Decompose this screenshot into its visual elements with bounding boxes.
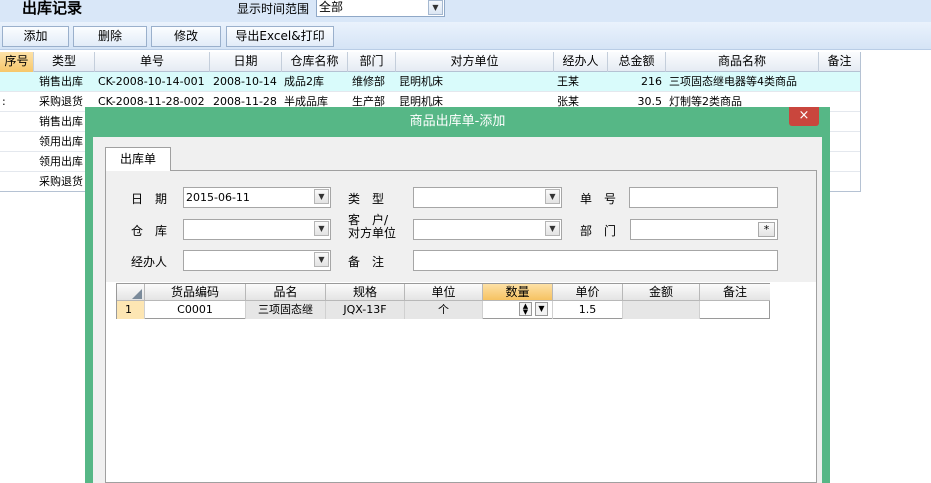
cell-date: 2008-10-14: [213, 75, 277, 88]
tab-outbound-order[interactable]: 出库单: [105, 147, 171, 171]
title-bar: [0, 0, 931, 22]
close-button[interactable]: ×: [789, 107, 819, 126]
chevron-down-icon[interactable]: ▼: [314, 221, 329, 236]
column-header[interactable]: 部门: [348, 52, 396, 72]
cell-idx: [0, 132, 34, 152]
order-form: 日 期 2015-06-11 ▼ 类 型 ▼ 单 号 仓 库 ▼ 客 户/ 对方…: [106, 171, 816, 282]
records-table-header: 序号 类型 单号 日期 仓库名称 部门 对方单位 经办人 总金额 商品名称 备注: [0, 52, 861, 72]
dept-label: 部 门: [580, 224, 617, 238]
cell-dept: 维修部: [352, 75, 385, 88]
cell-idx: [0, 112, 34, 132]
column-header[interactable]: 金额: [623, 284, 700, 301]
type-label: 类 型: [348, 192, 385, 206]
cell-party: 昆明机床: [399, 75, 443, 88]
cell-type: 销售出库: [39, 75, 83, 88]
column-header[interactable]: 单位: [405, 284, 483, 301]
item-qty-cell[interactable]: ▲ ▼ ▼: [483, 301, 553, 319]
column-header[interactable]: 货品编码: [145, 284, 246, 301]
cell-handler: 王某: [557, 75, 579, 88]
date-label: 日 期: [131, 192, 168, 206]
customer-label: 客 户/ 对方单位: [348, 214, 396, 240]
table-border: [860, 52, 861, 192]
outbound-order-dialog: 商品出库单-添加 × 出库单 日 期 2015-06-11 ▼ 类 型 ▼ 单 …: [85, 107, 830, 483]
store-select[interactable]: ▼: [183, 219, 331, 240]
chevron-down-icon[interactable]: ▼: [428, 0, 443, 15]
dialog-title: 商品出库单-添加: [409, 114, 506, 129]
cell-store: 成品2库: [284, 75, 324, 88]
export-excel-print-button[interactable]: 导出Excel&打印: [226, 26, 334, 47]
type-select[interactable]: ▼: [413, 187, 562, 208]
chevron-down-icon[interactable]: ▼: [314, 252, 329, 267]
dept-field[interactable]: *: [630, 219, 778, 240]
column-header[interactable]: 日期: [210, 52, 282, 72]
customer-select[interactable]: ▼: [413, 219, 562, 240]
corner-triangle-icon: [132, 289, 142, 299]
page-title: 出库记录: [22, 0, 83, 17]
chevron-down-icon[interactable]: ▼: [314, 189, 329, 204]
column-header[interactable]: 类型: [34, 52, 95, 72]
row-header-corner[interactable]: [117, 284, 145, 301]
item-name-cell: 三项固态继: [246, 301, 326, 319]
column-header[interactable]: 序号: [0, 52, 34, 72]
column-header[interactable]: 品名: [246, 284, 326, 301]
cell-total: 216: [641, 75, 662, 88]
time-range-label: 显示时间范围: [237, 2, 310, 16]
column-header[interactable]: 经办人: [554, 52, 608, 72]
item-unit-cell: 个: [405, 301, 483, 319]
dialog-body: 出库单 日 期 2015-06-11 ▼ 类 型 ▼ 单 号 仓 库 ▼ 客 户…: [93, 137, 822, 483]
number-label: 单 号: [580, 192, 617, 206]
store-label: 仓 库: [131, 224, 168, 238]
column-header[interactable]: 单号: [95, 52, 210, 72]
edit-button[interactable]: 修改: [151, 26, 221, 47]
column-header[interactable]: 总金额: [608, 52, 666, 72]
handler-select[interactable]: ▼: [183, 250, 331, 271]
cell-idx: [0, 72, 34, 92]
customer-label-line2: 对方单位: [348, 226, 397, 240]
note-input[interactable]: [413, 250, 778, 271]
table-row[interactable]: 销售出库 CK-2008-10-14-001 2008-10-14 成品2库 维修部 昆明…: [0, 72, 861, 92]
column-header[interactable]: 备注: [819, 52, 861, 72]
chevron-down-icon[interactable]: ▼: [545, 221, 560, 236]
item-note-cell[interactable]: [700, 301, 770, 319]
row-number[interactable]: 1: [117, 301, 145, 319]
cell-goods: 三项固态继电器等4类商品: [669, 75, 797, 88]
item-spec-cell: JQX-13F: [326, 301, 405, 319]
toolbar: 添加 删除 修改 导出Excel&打印: [0, 22, 931, 50]
cell-no: CK-2008-10-14-001: [98, 75, 205, 88]
time-range-select[interactable]: 全部 ▼: [316, 0, 445, 17]
column-header[interactable]: 备注: [700, 284, 770, 301]
item-price-cell[interactable]: 1.5: [553, 301, 623, 319]
column-header[interactable]: 对方单位: [396, 52, 554, 72]
cell-idx: :: [2, 95, 6, 108]
spinner-icon[interactable]: ▲ ▼: [519, 302, 532, 316]
column-header[interactable]: 单价: [553, 284, 623, 301]
time-range-value: 全部: [319, 0, 344, 14]
column-header[interactable]: 规格: [326, 284, 405, 301]
column-header[interactable]: 数量: [483, 284, 553, 301]
add-button[interactable]: 添加: [2, 26, 69, 47]
date-picker[interactable]: 2015-06-11 ▼: [183, 187, 331, 208]
cell-idx: [0, 152, 34, 172]
dept-lookup-button[interactable]: *: [758, 222, 775, 237]
column-header[interactable]: 商品名称: [666, 52, 819, 72]
note-label: 备 注: [348, 255, 385, 269]
item-code-cell[interactable]: C0001: [145, 301, 246, 319]
chevron-down-icon[interactable]: ▼: [535, 302, 548, 316]
date-value: 2015-06-11: [186, 191, 250, 204]
handler-label: 经办人: [131, 255, 168, 269]
chevron-down-icon[interactable]: ▼: [545, 189, 560, 204]
cell-idx: [0, 172, 34, 192]
cell-note: [819, 72, 861, 92]
item-amount-cell: [623, 301, 700, 319]
items-grid: 货品编码 品名 规格 单位 数量 单价 金额 备注 1 C0001 三项固态继 …: [116, 283, 770, 319]
delete-button[interactable]: 删除: [73, 26, 147, 47]
number-input[interactable]: [629, 187, 778, 208]
column-header[interactable]: 仓库名称: [282, 52, 348, 72]
